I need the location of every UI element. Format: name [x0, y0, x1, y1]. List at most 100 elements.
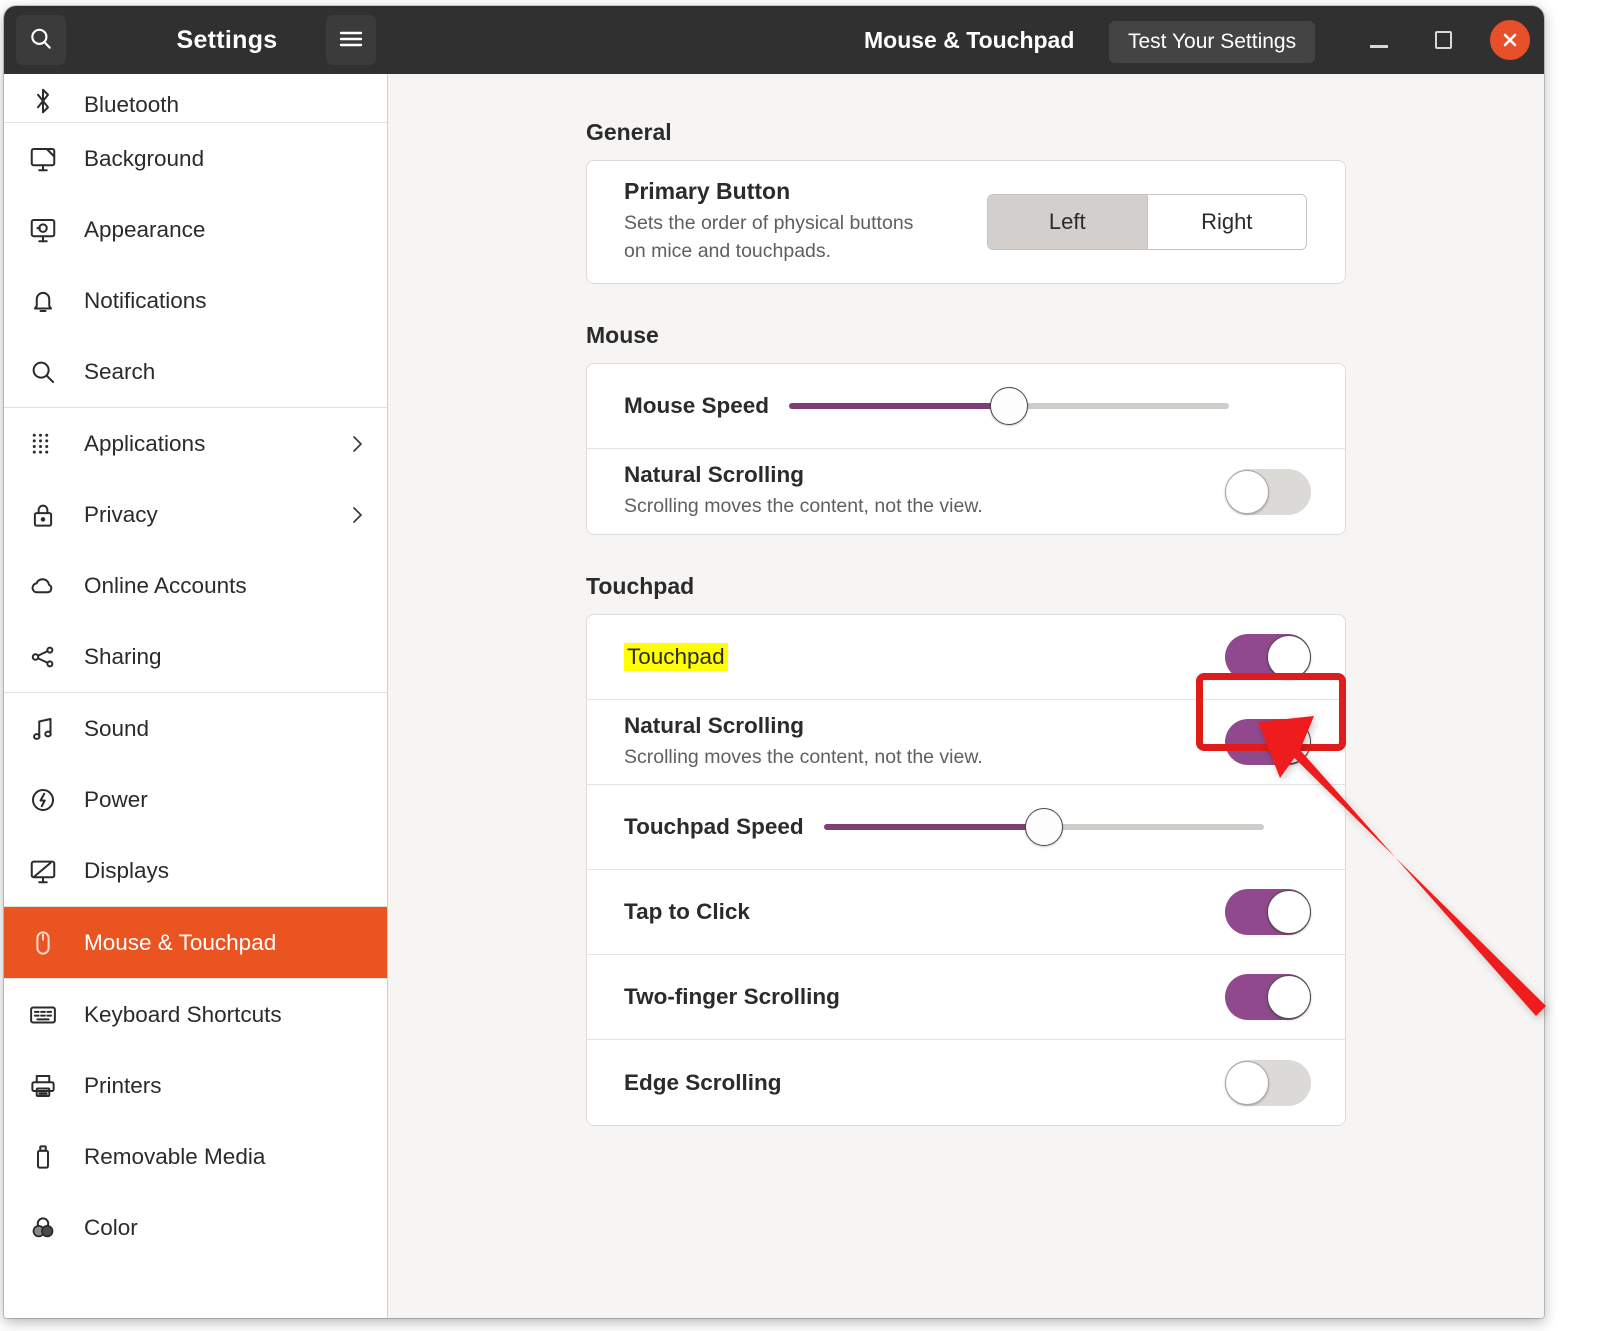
touchpad-toggle[interactable] — [1225, 634, 1311, 680]
usb-drive-icon — [26, 1140, 60, 1174]
setting-label: Natural Scrolling — [624, 462, 983, 488]
setting-row-touchpad: Touchpad — [587, 615, 1345, 700]
sidebar-item-sound[interactable]: Sound — [4, 693, 387, 764]
settings-card-general: Primary Button Sets the order of physical… — [586, 160, 1346, 284]
bluetooth-icon — [26, 84, 60, 118]
setting-row-touchpad-speed: Touchpad Speed — [587, 785, 1345, 870]
setting-description: Scrolling moves the content, not the vie… — [624, 493, 983, 521]
test-your-settings-button[interactable]: Test Your Settings — [1109, 21, 1315, 63]
edge-scrolling-toggle[interactable] — [1225, 1060, 1311, 1106]
title-bar: Settings Mouse & Touchpad Test Your Sett… — [4, 6, 1544, 74]
hamburger-menu-icon — [338, 29, 364, 52]
toggle-knob — [1225, 470, 1269, 514]
lock-icon — [26, 498, 60, 532]
sidebar-item-label: Printers — [84, 1073, 162, 1099]
sidebar-item-label: Removable Media — [84, 1144, 265, 1170]
setting-label-highlighted: Touchpad — [624, 643, 728, 671]
settings-card-touchpad: Touchpad Natural Scrolling Scrolling moves… — [586, 614, 1346, 1126]
cloud-icon — [26, 569, 60, 603]
sidebar-item-applications[interactable]: Applications — [4, 408, 387, 479]
bell-icon — [26, 284, 60, 318]
sidebar-item-privacy[interactable]: Privacy — [4, 479, 387, 550]
natural-scrolling-toggle[interactable] — [1225, 469, 1311, 515]
title-bar-left: Settings — [4, 6, 388, 74]
primary-button-option-right[interactable]: Right — [1147, 195, 1307, 249]
primary-button-segmented-control[interactable]: LeftRight — [987, 194, 1307, 250]
sidebar-item-removable-media[interactable]: Removable Media — [4, 1121, 387, 1192]
primary-button-option-left[interactable]: Left — [988, 195, 1147, 249]
sidebar-item-label: Search — [84, 359, 155, 385]
settings-sidebar: Bluetooth Background Appearance Notificatio… — [4, 74, 388, 1318]
maximize-icon — [1435, 31, 1452, 49]
search-button[interactable] — [16, 15, 66, 65]
sidebar-item-mouse-touchpad[interactable]: Mouse & Touchpad — [4, 907, 387, 978]
toggle-knob — [1225, 1061, 1269, 1105]
tap-to-click-toggle[interactable] — [1225, 889, 1311, 935]
sidebar-item-label: Appearance — [84, 217, 205, 243]
setting-label: Mouse Speed — [624, 393, 769, 419]
printer-icon — [26, 1069, 60, 1103]
minimize-button[interactable] — [1362, 23, 1396, 57]
sidebar-item-label: Sharing — [84, 644, 162, 670]
row-text-block: Touchpad Speed — [624, 814, 804, 840]
setting-label: Two-finger Scrolling — [624, 984, 840, 1010]
setting-description: Sets the order of physical buttons — [624, 210, 913, 238]
section-title-touchpad: Touchpad — [586, 573, 1346, 600]
slider-handle[interactable] — [990, 387, 1028, 425]
mouse-icon — [26, 926, 60, 960]
toggle-knob — [1267, 720, 1311, 764]
toggle-knob — [1267, 635, 1311, 679]
mouse-speed-slider[interactable] — [789, 386, 1229, 426]
setting-row-natural-scrolling: Natural Scrolling Scrolling moves the con… — [587, 700, 1345, 785]
display-icon — [26, 854, 60, 888]
setting-label: Natural Scrolling — [624, 713, 983, 739]
search-icon — [28, 26, 54, 55]
setting-row-two-finger-scrolling: Two-finger Scrolling — [587, 955, 1345, 1040]
slider-handle[interactable] — [1025, 808, 1063, 846]
sidebar-item-label: Online Accounts — [84, 573, 247, 599]
settings-card-mouse: Mouse Speed Natural Scrolling Scrolling mo… — [586, 363, 1346, 535]
maximize-button[interactable] — [1426, 23, 1460, 57]
natural-scrolling-toggle[interactable] — [1225, 719, 1311, 765]
sidebar-item-background[interactable]: Background — [4, 123, 387, 194]
toggle-knob — [1267, 890, 1311, 934]
search-icon — [26, 355, 60, 389]
sidebar-item-notifications[interactable]: Notifications — [4, 265, 387, 336]
slider-fill — [789, 403, 1009, 409]
main-menu-button[interactable] — [326, 15, 376, 65]
sidebar-item-online-accounts[interactable]: Online Accounts — [4, 550, 387, 621]
sidebar-item-color[interactable]: Color — [4, 1192, 387, 1263]
row-text-block: Primary Button Sets the order of physical… — [624, 178, 913, 265]
close-button[interactable] — [1490, 20, 1530, 60]
setting-label: Primary Button — [624, 178, 913, 205]
touchpad-speed-slider[interactable] — [824, 807, 1264, 847]
appearance-monitor-icon — [26, 213, 60, 247]
music-note-icon — [26, 712, 60, 746]
screenshot-root: Settings Mouse & Touchpad Test Your Sett… — [0, 0, 1600, 1331]
sidebar-item-appearance[interactable]: Appearance — [4, 194, 387, 265]
sidebar-item-label: Color — [84, 1215, 138, 1241]
setting-label: Edge Scrolling — [624, 1070, 782, 1096]
two-finger-scrolling-toggle[interactable] — [1225, 974, 1311, 1020]
setting-description: Scrolling moves the content, not the vie… — [624, 744, 983, 772]
chevron-right-icon — [347, 429, 369, 459]
sidebar-item-printers[interactable]: Printers — [4, 1050, 387, 1121]
sidebar-item-keyboard-shortcuts[interactable]: Keyboard Shortcuts — [4, 979, 387, 1050]
sidebar-item-displays[interactable]: Displays — [4, 835, 387, 906]
sidebar-item-sharing[interactable]: Sharing — [4, 621, 387, 692]
setting-label: Touchpad Speed — [624, 814, 804, 840]
row-text-block: Touchpad — [624, 643, 728, 671]
sidebar-item-label: Displays — [84, 858, 169, 884]
settings-content: GeneralPrimary ButtonSets the order of p… — [388, 74, 1544, 1318]
row-text-block: Two-finger Scrolling — [624, 984, 840, 1010]
sidebar-item-bluetooth[interactable]: Bluetooth — [4, 74, 387, 122]
close-icon — [1500, 30, 1520, 50]
sidebar-item-label: Bluetooth — [84, 92, 179, 118]
setting-row-mouse-speed: Mouse Speed — [587, 364, 1345, 449]
keyboard-icon — [26, 998, 60, 1032]
content-panel: GeneralPrimary ButtonSets the order of p… — [586, 119, 1346, 1126]
settings-window: Settings Mouse & Touchpad Test Your Sett… — [4, 6, 1544, 1318]
setting-row-primary-button: Primary Button Sets the order of physical… — [587, 161, 1345, 283]
sidebar-item-power[interactable]: Power — [4, 764, 387, 835]
sidebar-item-search[interactable]: Search — [4, 336, 387, 407]
